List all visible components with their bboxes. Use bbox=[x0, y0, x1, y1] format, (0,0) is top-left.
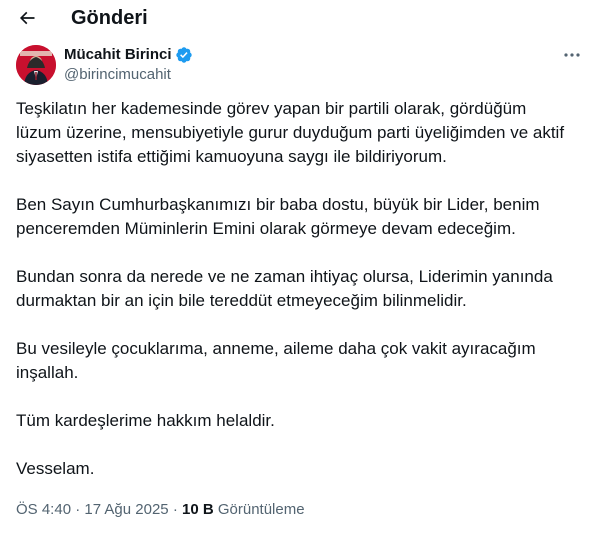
more-options-button[interactable] bbox=[561, 47, 583, 63]
tweet-text-line: Bu vesileyle çocuklarıma, anneme, aileme… bbox=[16, 339, 536, 358]
tweet-text-line: siyasetten istifa ettiğimi kamuoyuna say… bbox=[16, 147, 447, 166]
page-header: Gönderi bbox=[0, 0, 593, 36]
back-button[interactable] bbox=[14, 5, 40, 31]
tweet-text-line: Vesselam. bbox=[16, 459, 95, 478]
views-label: Görüntüleme bbox=[217, 501, 305, 518]
page-title: Gönderi bbox=[71, 7, 148, 29]
author-name-row: Mücahit Birinci bbox=[64, 46, 193, 64]
meta-separator: · bbox=[172, 501, 182, 518]
tweet-text-line: inşallah. bbox=[16, 363, 79, 382]
tweet-meta: ÖS 4:40 · 17 Ağu 2025 · 10 B Görüntüleme bbox=[16, 500, 305, 520]
more-horizontal-icon bbox=[564, 53, 580, 57]
views-count: 10 B bbox=[182, 501, 214, 518]
author-display-name[interactable]: Mücahit Birinci bbox=[64, 46, 172, 64]
profile-photo bbox=[16, 45, 56, 85]
meta-separator: · bbox=[75, 501, 85, 518]
tweet-text-line: penceremden Müminlerin Emini olarak görm… bbox=[16, 219, 516, 238]
tweet-text-line: durmaktan bir an için bile tereddüt etme… bbox=[16, 291, 467, 310]
tweet-time[interactable]: ÖS 4:40 bbox=[16, 501, 71, 518]
arrow-left-icon bbox=[19, 11, 35, 25]
tweet-text-line: Tüm kardeşlerime hakkım helaldir. bbox=[16, 411, 275, 430]
author-handle[interactable]: @birincimucahit bbox=[64, 66, 171, 84]
tweet-text-line: lüzum üzerine, mensubiyetiyle gurur duyd… bbox=[16, 123, 565, 142]
tweet-date[interactable]: 17 Ağu 2025 bbox=[84, 501, 168, 518]
tweet-text-line: Bundan sonra da nerede ve ne zaman ihtiy… bbox=[16, 267, 553, 286]
tweet-text-line: Teşkilatın her kademesinde görev yapan b… bbox=[16, 99, 527, 118]
avatar[interactable] bbox=[16, 45, 56, 85]
verified-badge-icon bbox=[175, 46, 193, 64]
tweet-text: Teşkilatın her kademesinde görev yapan b… bbox=[16, 97, 581, 481]
tweet-text-line: Ben Sayın Cumhurbaşkanımızı bir baba dos… bbox=[16, 195, 540, 214]
